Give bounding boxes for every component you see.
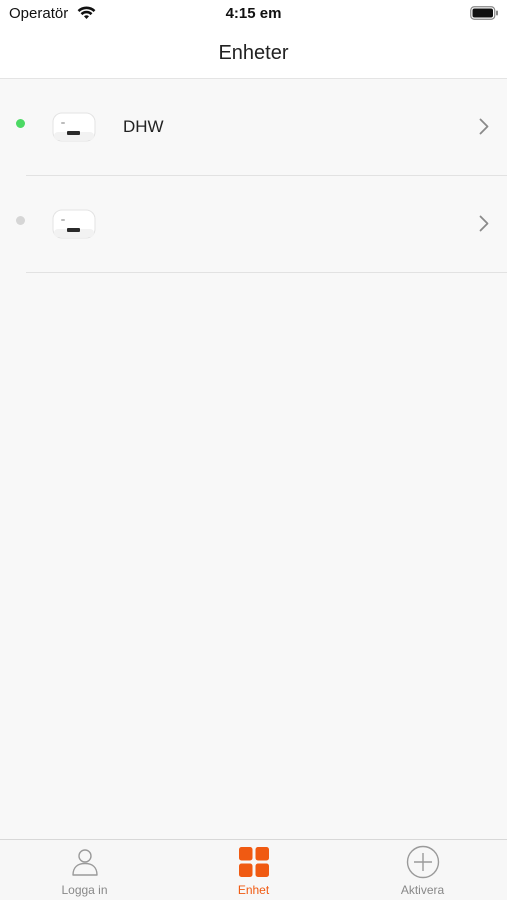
offline-status-dot bbox=[16, 216, 25, 225]
water-heater-icon bbox=[52, 112, 96, 147]
tab-label: Enhet bbox=[237, 883, 270, 897]
device-row[interactable] bbox=[0, 176, 507, 273]
online-status-dot bbox=[16, 119, 25, 128]
clock: 4:15 em bbox=[225, 5, 282, 22]
plus-circle-icon bbox=[406, 845, 440, 879]
device-name: DHW bbox=[123, 117, 164, 136]
grid-icon bbox=[239, 847, 269, 877]
page-title: Enheter bbox=[218, 42, 289, 64]
chevron-right-icon bbox=[479, 215, 489, 237]
row-divider bbox=[26, 272, 507, 273]
device-row[interactable]: DHW bbox=[0, 79, 507, 176]
tab-bar: Logga in Enhet Aktivera bbox=[0, 839, 507, 900]
tab-label: Logga in bbox=[61, 883, 108, 897]
water-heater-icon bbox=[52, 209, 96, 244]
tab-label: Aktivera bbox=[400, 883, 445, 897]
tab-device[interactable]: Enhet bbox=[169, 840, 338, 900]
device-list: DHW bbox=[0, 79, 507, 273]
battery-icon bbox=[470, 6, 499, 25]
tab-activate[interactable]: Aktivera bbox=[338, 840, 507, 900]
person-icon bbox=[70, 847, 100, 877]
status-bar: Operatör 4:15 em bbox=[0, 0, 507, 30]
tab-login[interactable]: Logga in bbox=[0, 840, 169, 900]
navigation-bar: Enheter bbox=[0, 30, 507, 79]
chevron-right-icon bbox=[479, 118, 489, 140]
